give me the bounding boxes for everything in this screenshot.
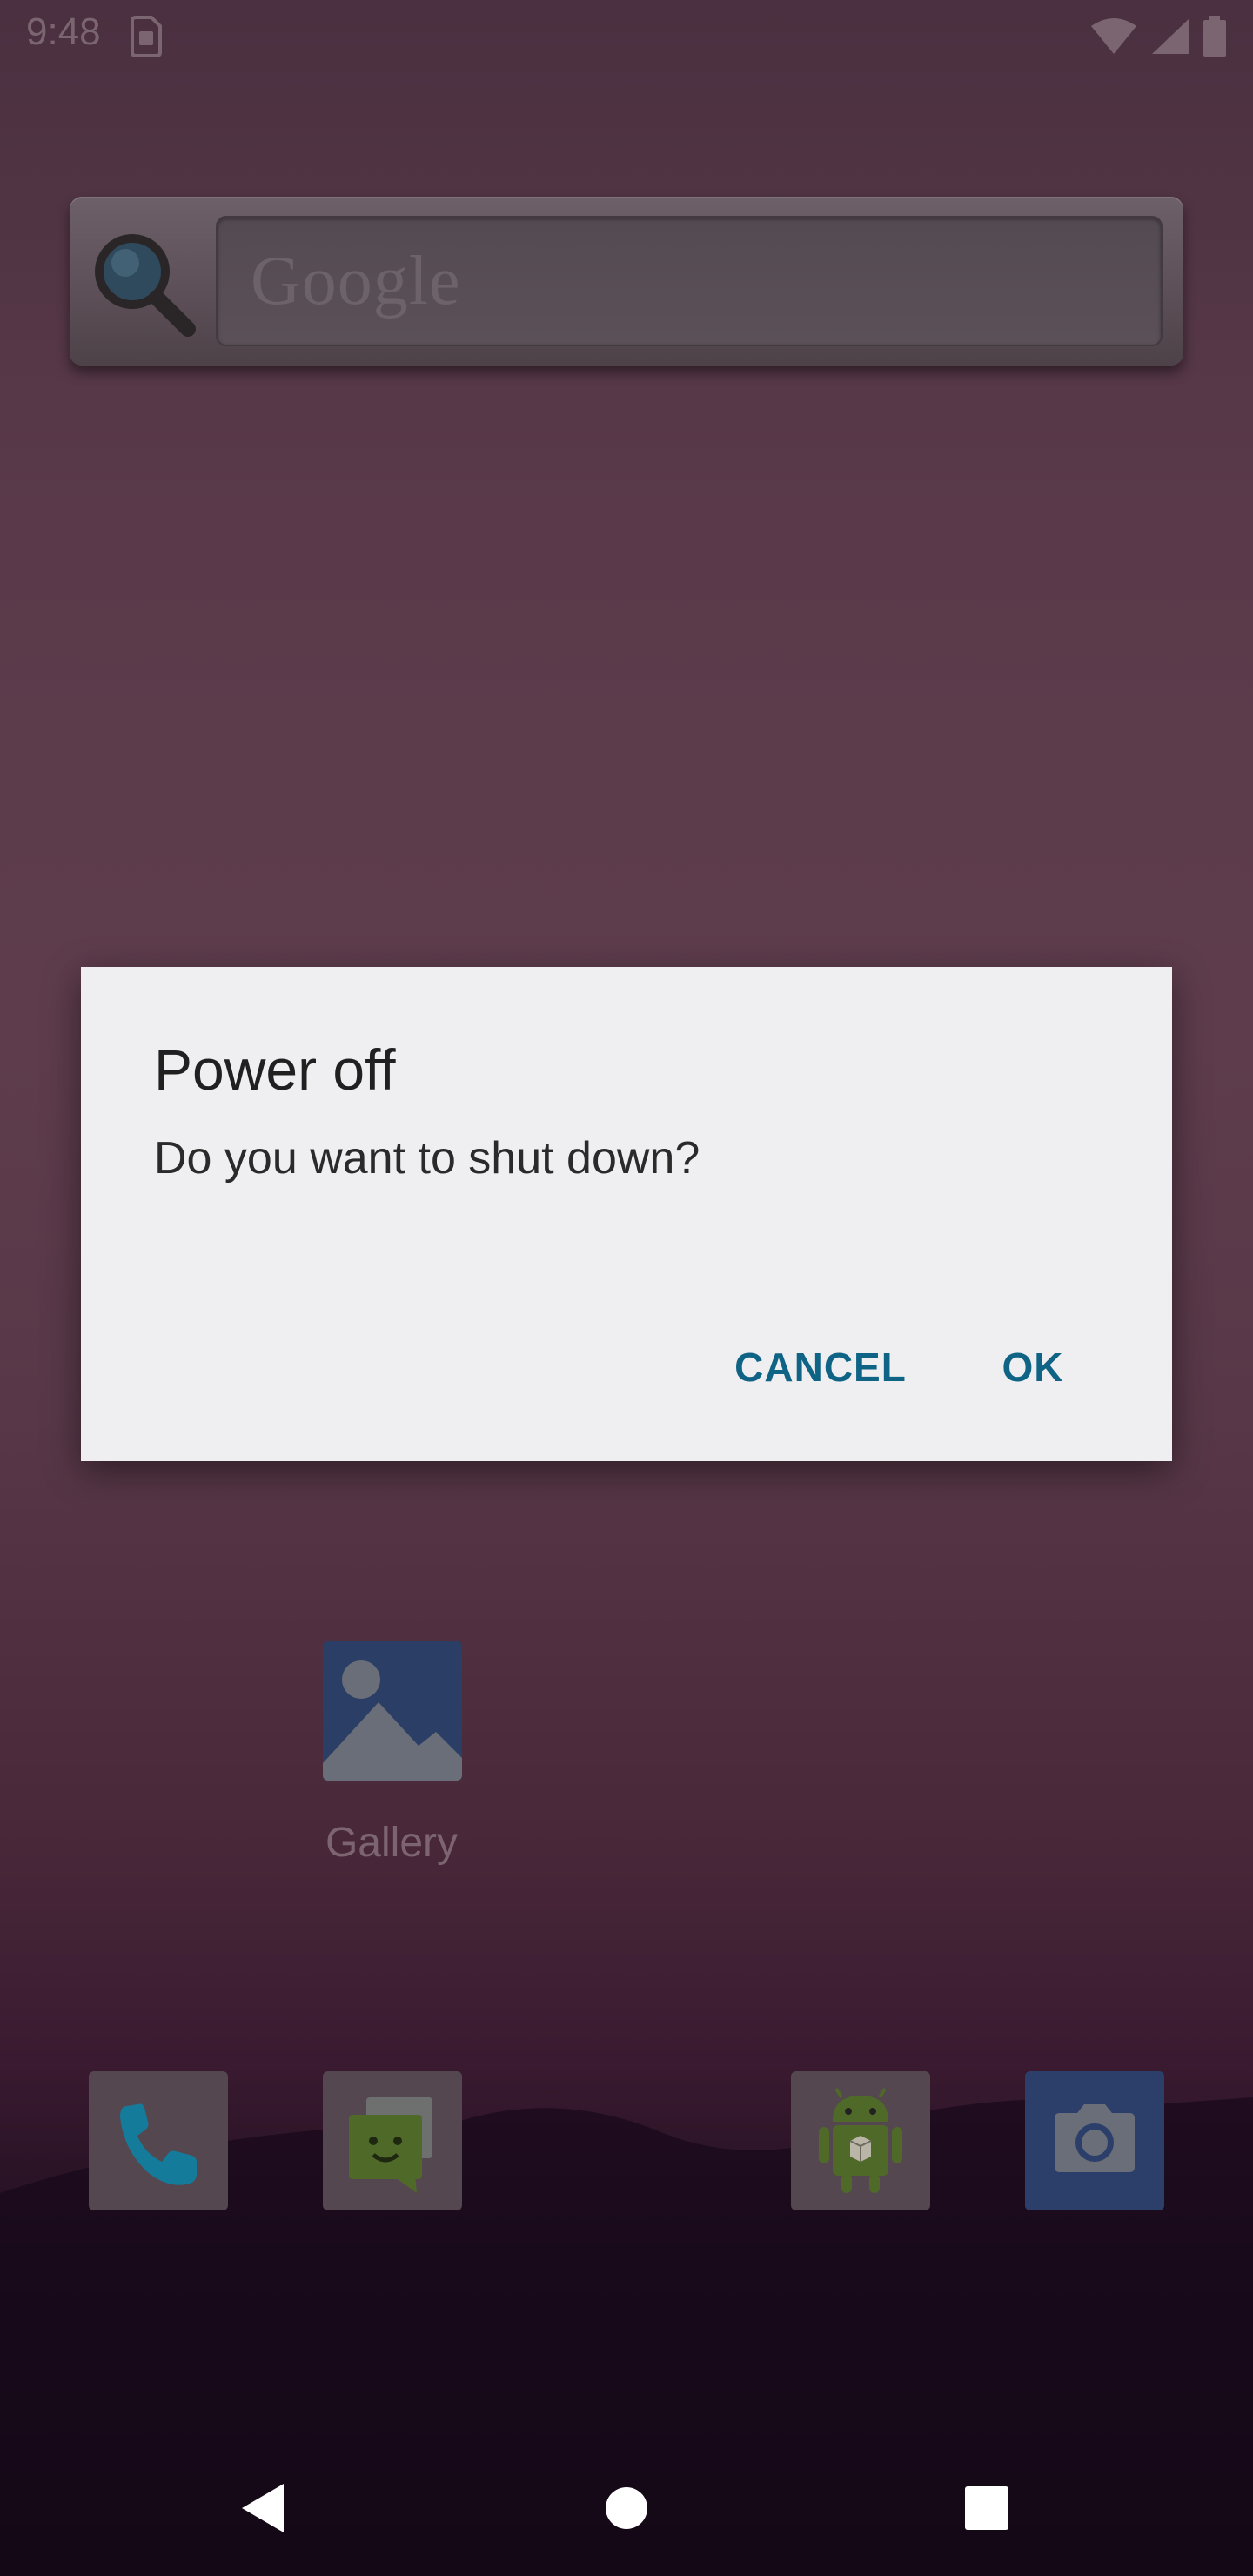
power-off-dialog: Power off Do you want to shut down? CANC… — [81, 967, 1172, 1461]
cancel-button[interactable]: CANCEL — [716, 1325, 925, 1409]
home-screen: 9:48 Google Gallery Power off Do you wan… — [0, 0, 1253, 2576]
dialog-title: Power off — [154, 1037, 396, 1102]
ok-button[interactable]: OK — [970, 1325, 1096, 1409]
dialog-message: Do you want to shut down? — [154, 1133, 700, 1184]
